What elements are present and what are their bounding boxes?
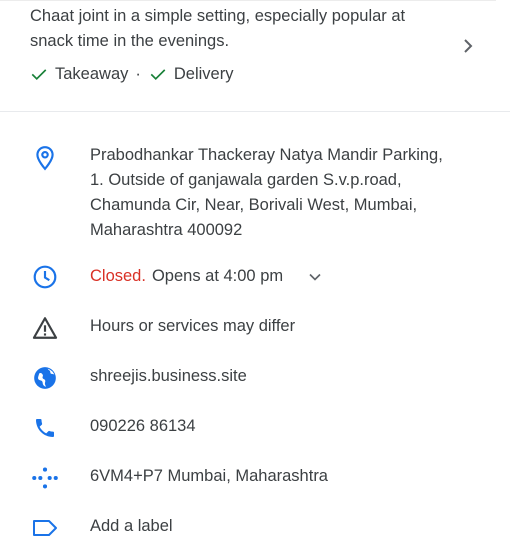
description-row[interactable]: Chaat joint in a simple setting, especia… [30,4,500,54]
address-line: Prabodhankar Thackeray Natya Mandir Park… [90,146,443,164]
service-options: Takeaway · Delivery [30,64,233,84]
globe-icon [31,364,59,392]
warning-icon [31,314,59,342]
address-text: Prabodhankar Thackeray Natya Mandir Park… [90,143,443,243]
add-label-text[interactable]: Add a label [90,514,173,539]
service-separator: · [135,65,141,83]
place-description: Chaat joint in a simple setting, especia… [30,7,406,50]
phone-number[interactable]: 090226 86134 [90,414,196,439]
plus-code-text: 6VM4+P7 Mumbai, Maharashtra [90,467,328,485]
clock-icon [31,263,59,291]
section-divider [0,111,510,112]
chevron-right-icon[interactable] [456,34,480,58]
top-border [0,0,496,1]
hours-text: Closed. Opens at 4:00 pm [90,264,325,289]
website-link[interactable]: shreejis.business.site [90,364,247,389]
address-line: 1. Outside of ganjawala garden S.v.p.roa… [90,171,402,189]
location-pin-icon [31,144,59,172]
address-line: Maharashtra 400092 [90,221,243,239]
closed-status: Closed. [90,267,146,285]
label-icon [31,514,59,542]
check-icon [150,69,166,81]
opening-time: Opens at 4:00 pm [151,267,284,285]
phone-icon [31,414,59,442]
chevron-down-icon[interactable] [305,267,325,287]
check-icon [31,69,47,81]
address-line: Chamunda Cir, Near, Borivali West, Mumba… [90,196,418,214]
delivery-label: Delivery [173,65,234,83]
plus-code-icon [31,464,59,492]
takeaway-label: Takeaway [55,65,129,83]
notice-text: Hours or services may differ [90,317,296,335]
